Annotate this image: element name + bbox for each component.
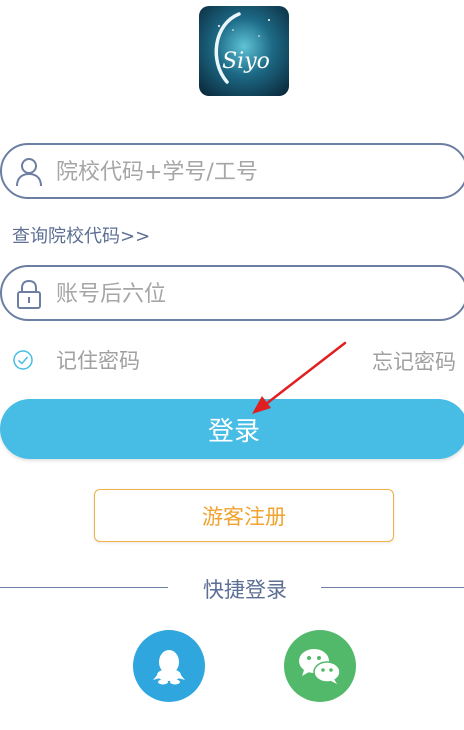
password-field[interactable]	[0, 265, 464, 321]
lock-icon	[17, 279, 41, 309]
qq-login-button[interactable]	[133, 630, 205, 702]
divider-left	[0, 587, 168, 588]
app-logo-icon: Siyo	[199, 6, 289, 96]
wechat-login-button[interactable]	[284, 630, 356, 702]
forgot-password-link[interactable]: 忘记密码	[372, 346, 456, 376]
user-icon	[16, 158, 42, 187]
quick-login-title: 快捷登录	[203, 578, 287, 602]
check-circle-icon[interactable]	[12, 349, 34, 371]
qq-icon	[153, 650, 185, 685]
password-input[interactable]	[54, 273, 448, 315]
query-school-code-link[interactable]: 查询院校代码>>	[12, 222, 150, 248]
remember-password-label: 记住密码	[56, 349, 140, 373]
app-logo: Siyo	[199, 6, 289, 96]
school-id-field[interactable]	[0, 143, 464, 199]
divider-right	[321, 587, 464, 588]
remember-password[interactable]: 记住密码	[12, 346, 140, 374]
login-button[interactable]: 登录	[0, 399, 464, 459]
wechat-icon	[299, 649, 341, 684]
guest-register-button[interactable]: 游客注册	[94, 489, 394, 542]
school-id-input[interactable]	[54, 151, 448, 193]
logo-text: Siyo	[222, 49, 270, 74]
